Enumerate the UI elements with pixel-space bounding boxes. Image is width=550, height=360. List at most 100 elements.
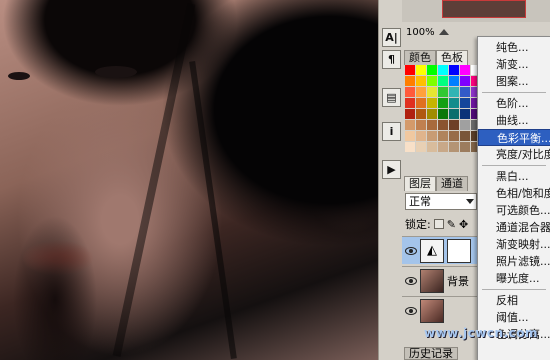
tab-channels[interactable]: 通道 bbox=[436, 176, 468, 191]
color-swatch[interactable] bbox=[438, 142, 448, 152]
color-swatch[interactable] bbox=[449, 65, 459, 75]
tab-layers[interactable]: 图层 bbox=[404, 176, 436, 191]
color-swatch[interactable] bbox=[427, 65, 437, 75]
color-swatch[interactable] bbox=[405, 131, 415, 141]
color-swatch[interactable] bbox=[449, 109, 459, 119]
document-canvas-photo[interactable] bbox=[0, 0, 378, 360]
color-swatch[interactable] bbox=[449, 120, 459, 130]
zoom-out-icon[interactable] bbox=[438, 29, 449, 35]
color-swatch[interactable] bbox=[449, 98, 459, 108]
navigator-thumbnail[interactable] bbox=[442, 0, 526, 18]
lock-brush-icon[interactable]: ✎ bbox=[447, 218, 456, 231]
menu-item[interactable]: 黑白... bbox=[478, 168, 550, 185]
layer-thumbnail[interactable]: ◭ bbox=[420, 238, 444, 263]
color-swatch[interactable] bbox=[460, 109, 470, 119]
color-swatch[interactable] bbox=[416, 65, 426, 75]
menu-item[interactable]: 色阶... bbox=[478, 95, 550, 112]
tab-history[interactable]: 历史记录 bbox=[404, 347, 458, 360]
layer-mask-thumbnail[interactable] bbox=[447, 238, 471, 263]
color-swatch[interactable] bbox=[438, 131, 448, 141]
eye-icon[interactable] bbox=[405, 306, 417, 315]
color-swatch[interactable] bbox=[460, 98, 470, 108]
color-swatch[interactable] bbox=[460, 76, 470, 86]
tab-swatches[interactable]: 色板 bbox=[436, 50, 468, 65]
menu-item[interactable]: 色彩平衡... bbox=[478, 129, 550, 146]
menu-item[interactable]: 反相 bbox=[478, 292, 550, 309]
color-swatch[interactable] bbox=[460, 87, 470, 97]
color-swatch[interactable] bbox=[405, 76, 415, 86]
zoom-value[interactable]: 100% bbox=[406, 27, 435, 38]
lock-move-icon[interactable]: ✥ bbox=[459, 218, 468, 231]
info-panel-icon[interactable]: i bbox=[382, 122, 401, 141]
color-swatch[interactable] bbox=[405, 65, 415, 75]
color-swatch[interactable] bbox=[438, 65, 448, 75]
menu-item[interactable]: 渐变... bbox=[478, 56, 550, 73]
actions-panel-icon[interactable]: ▶ bbox=[382, 160, 401, 179]
color-swatch[interactable] bbox=[449, 87, 459, 97]
color-swatch[interactable] bbox=[438, 76, 448, 86]
blend-mode-select[interactable]: 正常 bbox=[405, 193, 477, 210]
color-swatch[interactable] bbox=[460, 65, 470, 75]
color-swatch[interactable] bbox=[416, 76, 426, 86]
color-swatch[interactable] bbox=[416, 131, 426, 141]
lock-transparency-icon[interactable] bbox=[433, 219, 444, 229]
color-swatch[interactable] bbox=[427, 98, 437, 108]
color-swatch[interactable] bbox=[416, 142, 426, 152]
color-swatch[interactable] bbox=[416, 87, 426, 97]
color-swatch[interactable] bbox=[460, 120, 470, 130]
color-swatch[interactable] bbox=[416, 109, 426, 119]
character-panel-icon[interactable]: A| bbox=[382, 28, 401, 47]
color-swatch[interactable] bbox=[405, 87, 415, 97]
menu-item[interactable]: 曝光度... bbox=[478, 270, 550, 287]
menu-item[interactable]: 照片滤镜... bbox=[478, 253, 550, 270]
menu-item[interactable]: 曲线... bbox=[478, 112, 550, 129]
color-swatch[interactable] bbox=[449, 76, 459, 86]
adjustment-layer-menu: 纯色...渐变...图案... 色阶...曲线...色彩平衡...亮度/对比度..… bbox=[477, 36, 550, 360]
layer-thumbnail[interactable] bbox=[420, 268, 444, 293]
color-swatch[interactable] bbox=[438, 109, 448, 119]
color-swatch[interactable] bbox=[427, 142, 437, 152]
menu-item[interactable]: 可选颜色... bbox=[478, 202, 550, 219]
layer-thumbnail[interactable] bbox=[420, 298, 444, 323]
watermark: www.jcwcn.com bbox=[424, 326, 538, 340]
layer-row-adjustment[interactable]: ◭ bbox=[402, 236, 486, 264]
color-swatch[interactable] bbox=[460, 142, 470, 152]
color-swatch[interactable] bbox=[449, 142, 459, 152]
color-swatch[interactable] bbox=[449, 131, 459, 141]
color-swatch[interactable] bbox=[416, 98, 426, 108]
layer-row[interactable] bbox=[402, 296, 486, 324]
color-swatch[interactable] bbox=[460, 131, 470, 141]
color-swatch[interactable] bbox=[427, 109, 437, 119]
color-swatch[interactable] bbox=[438, 120, 448, 130]
eye-icon[interactable] bbox=[405, 246, 417, 255]
color-swatch[interactable] bbox=[427, 76, 437, 86]
menu-item[interactable]: 渐变映射... bbox=[478, 236, 550, 253]
layers-panel-tabs: 图层 通道 bbox=[404, 176, 468, 191]
color-swatch[interactable] bbox=[405, 98, 415, 108]
color-swatch[interactable] bbox=[427, 87, 437, 97]
color-swatch[interactable] bbox=[427, 131, 437, 141]
color-swatch[interactable] bbox=[427, 120, 437, 130]
menu-item[interactable]: 图案... bbox=[478, 73, 550, 90]
color-swatch[interactable] bbox=[405, 109, 415, 119]
layer-name[interactable]: 背景 bbox=[447, 273, 469, 289]
eye-icon[interactable] bbox=[405, 276, 417, 285]
notes-panel-icon[interactable]: ▤ bbox=[382, 88, 401, 107]
menu-item[interactable]: 通道混合器... bbox=[478, 219, 550, 236]
color-swatch[interactable] bbox=[405, 142, 415, 152]
menu-item[interactable]: 纯色... bbox=[478, 39, 550, 56]
paragraph-panel-icon[interactable]: ¶ bbox=[382, 50, 401, 69]
color-swatch[interactable] bbox=[416, 120, 426, 130]
photo-detail-eye-left bbox=[8, 72, 30, 80]
menu-item[interactable]: 色相/饱和度... bbox=[478, 185, 550, 202]
menu-item[interactable]: 亮度/对比度... bbox=[478, 146, 550, 163]
color-swatch[interactable] bbox=[438, 98, 448, 108]
layer-row-background[interactable]: 背景 bbox=[402, 266, 486, 294]
color-swatch[interactable] bbox=[405, 120, 415, 130]
chevron-down-icon bbox=[466, 199, 474, 204]
tab-color[interactable]: 颜色 bbox=[404, 50, 436, 65]
blend-mode-value: 正常 bbox=[409, 195, 431, 208]
menu-item[interactable]: 阈值... bbox=[478, 309, 550, 326]
menu-separator bbox=[482, 289, 546, 290]
color-swatch[interactable] bbox=[438, 87, 448, 97]
